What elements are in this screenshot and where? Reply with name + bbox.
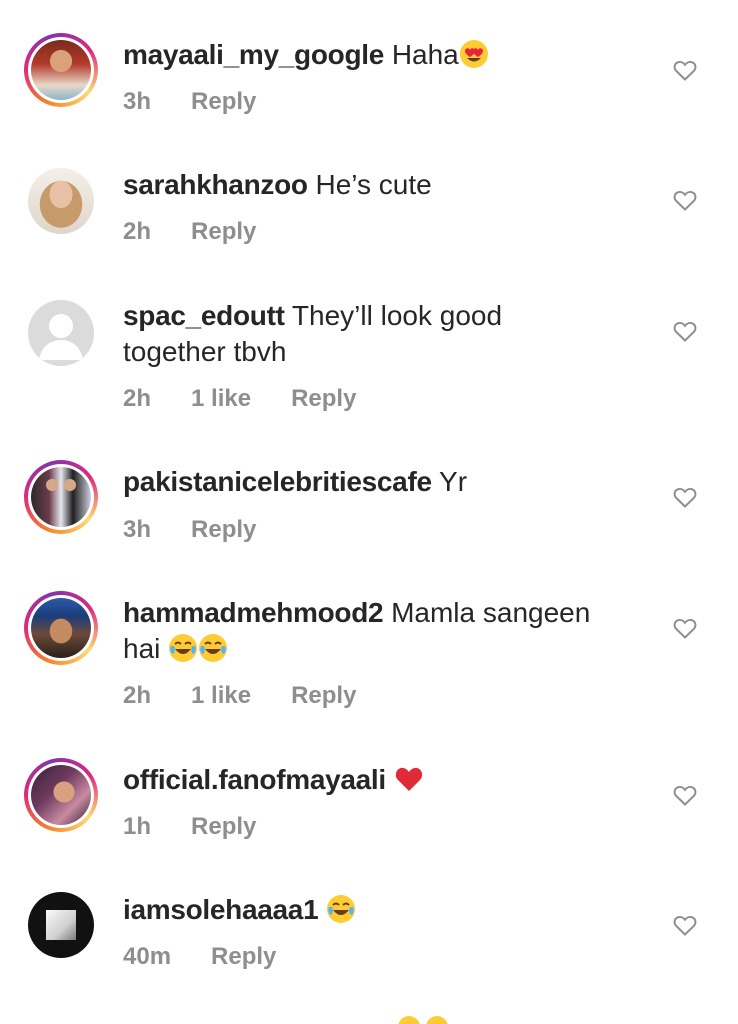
comment-text: He’s cute	[315, 169, 432, 200]
like-heart-icon[interactable]	[673, 320, 697, 342]
comment-username[interactable]: mayaali_my_google	[123, 39, 384, 70]
red-heart-emoji-icon	[395, 767, 422, 791]
default-avatar-icon	[39, 314, 83, 360]
comment-likes[interactable]: 1 like	[191, 385, 251, 413]
comment-text: Yr	[439, 466, 468, 497]
comment-username[interactable]: sarahkhanzoo	[123, 169, 308, 200]
like-heart-icon[interactable]	[673, 59, 697, 81]
reply-button[interactable]: Reply	[191, 88, 256, 116]
comment-time: 2h	[123, 385, 152, 412]
comment-time: 3h	[123, 88, 152, 115]
comment-username[interactable]: spac_edoutt	[123, 300, 285, 331]
next-comment-partial	[398, 1016, 458, 1024]
tears-of-joy-emoji-icon	[327, 895, 356, 923]
avatar[interactable]	[24, 888, 98, 962]
tears-of-joy-emoji-icon	[169, 634, 198, 662]
comment-text: Haha	[391, 39, 459, 70]
avatar[interactable]	[24, 591, 98, 665]
comment-time: 1h	[123, 813, 152, 840]
heart-eyes-emoji-icon	[459, 40, 488, 68]
like-heart-icon[interactable]	[673, 617, 697, 639]
avatar[interactable]	[24, 164, 98, 238]
comment-time: 3h	[123, 516, 152, 543]
comment-text: They’ll look good	[291, 300, 503, 331]
comment-username[interactable]: hammadmehmood2	[123, 597, 384, 628]
like-heart-icon[interactable]	[673, 486, 697, 508]
avatar[interactable]	[24, 33, 98, 107]
comment-username[interactable]: official.fanofmayaali	[123, 764, 386, 795]
like-heart-icon[interactable]	[673, 189, 697, 211]
comment-text: Mamla sangeen	[391, 597, 591, 628]
reply-button[interactable]: Reply	[191, 516, 256, 544]
reply-button[interactable]: Reply	[291, 385, 356, 413]
avatar[interactable]	[24, 460, 98, 534]
comment-text-continued: together tbvh	[123, 336, 287, 367]
comment-time: 2h	[123, 218, 152, 245]
avatar[interactable]	[24, 296, 98, 370]
comment-likes[interactable]: 1 like	[191, 682, 251, 710]
comment-username[interactable]: iamsolehaaaa1	[123, 894, 319, 925]
reply-button[interactable]: Reply	[291, 682, 356, 710]
tears-of-joy-emoji-icon	[199, 634, 228, 662]
like-heart-icon[interactable]	[673, 784, 697, 806]
comment-time: 40m	[123, 943, 172, 970]
reply-button[interactable]: Reply	[191, 218, 256, 246]
avatar[interactable]	[24, 758, 98, 832]
comment-time: 2h	[123, 682, 152, 709]
like-heart-icon[interactable]	[673, 914, 697, 936]
comment-text-continued: hai	[123, 633, 161, 664]
reply-button[interactable]: Reply	[191, 813, 256, 841]
reply-button[interactable]: Reply	[211, 943, 276, 971]
comment-username[interactable]: pakistanicelebritiescafe	[123, 466, 432, 497]
